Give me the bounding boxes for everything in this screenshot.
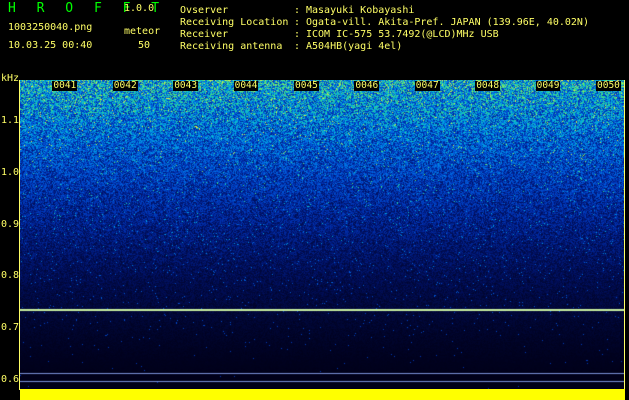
observation-timestamp: 10.03.25 00:40	[8, 40, 93, 51]
y-tick-label: 1.0	[1, 167, 20, 178]
hroft-window: H R O F F T 1.0.0 1003250040.png 10.03.2…	[0, 0, 629, 400]
image-filename: 1003250040.png	[8, 22, 93, 33]
receiver-label: Receiver	[180, 29, 229, 40]
time-activity-bar	[20, 389, 625, 400]
location-value: Ogata-vill. Akita-Pref. JAPAN (139.96E, …	[306, 17, 589, 28]
x-tick-label: 0046	[354, 80, 380, 91]
x-tick-label: 0044	[233, 80, 259, 91]
y-axis-line	[19, 80, 20, 390]
observer-colon: :	[294, 5, 301, 16]
location-colon: :	[294, 17, 301, 28]
y-axis-unit-label: kHz	[1, 73, 20, 84]
app-version: 1.0.0	[124, 3, 155, 14]
x-tick-label: 0043	[173, 80, 199, 91]
antenna-label: Receiving antenna	[180, 41, 283, 52]
x-tick-label: 0048	[475, 80, 501, 91]
x-tick-label: 0042	[112, 80, 138, 91]
observer-value: Masayuki Kobayashi	[306, 5, 415, 16]
receiver-value: ICOM IC-575 53.7492(@LCD)MHz USB	[306, 29, 499, 40]
receiver-colon: :	[294, 29, 301, 40]
x-tick-label: 0047	[414, 80, 440, 91]
right-border-line	[624, 80, 625, 390]
y-tick-label: 0.8	[1, 270, 20, 282]
antenna-value: A504HB(yagi 4el)	[306, 41, 403, 52]
x-tick-label: 0049	[535, 80, 561, 91]
meteor-count-label: meteor	[124, 26, 161, 37]
x-tick-label: 0050	[596, 80, 621, 91]
location-label: Receiving Location	[180, 17, 289, 28]
x-tick-label: 0045	[294, 80, 319, 91]
observer-label: Ovserver	[180, 5, 229, 16]
antenna-colon: :	[294, 41, 301, 52]
y-tick-label: 0.6	[1, 373, 20, 385]
y-tick-label: 0.7	[1, 322, 20, 333]
y-tick-label: 1.1	[1, 115, 20, 127]
meteor-count-value: 50	[138, 40, 151, 51]
y-tick-label: 0.9	[1, 218, 20, 230]
x-tick-label: 0041	[52, 80, 78, 91]
spectrogram-heatmap	[20, 80, 624, 390]
